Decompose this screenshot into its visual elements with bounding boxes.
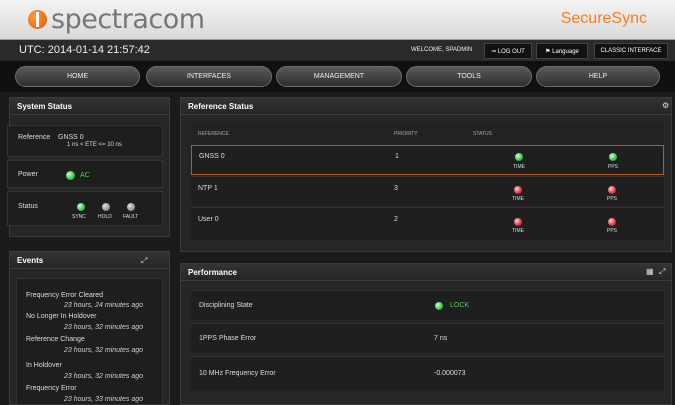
utc-clock: UTC: 2014-01-14 21:57:42	[19, 44, 150, 56]
time-led-icon	[514, 218, 522, 226]
time-led-icon	[514, 186, 522, 194]
perf-label: 1PPS Phase Error	[199, 335, 257, 342]
reference-name: GNSS 0	[199, 153, 225, 160]
logo: spectracom	[28, 4, 205, 35]
time-label: TIME	[512, 196, 524, 202]
hold-led-icon	[102, 203, 110, 211]
reference-table-header	[191, 123, 664, 143]
reference-accuracy: 1 ns < ETE <= 10 ns	[67, 142, 122, 148]
pps-label: PPS	[607, 196, 618, 202]
column-priority: PRIORITY	[394, 131, 418, 137]
reference-row-gnss[interactable]: GNSS 0 1 TIME PPS	[191, 145, 664, 175]
sync-led-icon	[77, 203, 85, 211]
fault-led-icon	[127, 203, 135, 211]
system-status-title: System Status	[10, 98, 169, 115]
logout-button[interactable]: ⇒ LOG OUT	[484, 43, 532, 59]
sync-label: SYNC	[72, 214, 86, 220]
performance-title: Performance	[181, 264, 671, 281]
event-title: Frequency Error Cleared	[26, 292, 104, 299]
chart-icon[interactable]: ▦	[646, 267, 654, 276]
nav-interfaces[interactable]: INTERFACES	[146, 66, 272, 87]
time-label: TIME	[512, 228, 524, 234]
perf-value: 7 ns	[434, 335, 448, 342]
perf-row-phase-error: 1PPS Phase Error 7 ns	[191, 323, 664, 353]
pps-label: PPS	[608, 164, 619, 170]
perf-value: LOCK	[450, 302, 470, 309]
perf-row-frequency-error: 10 MHz Frequency Error -0.000073	[191, 356, 664, 390]
fault-label: FAULT	[123, 214, 139, 220]
reference-row: Reference GNSS 0 1 ns < ETE <= 10 ns	[7, 125, 163, 157]
pps-led-icon	[609, 153, 617, 161]
status-label: Status	[18, 203, 38, 210]
nav-tools[interactable]: TOOLS	[406, 66, 532, 87]
pps-label: PPS	[607, 228, 618, 234]
event-title: In Holdover	[26, 362, 62, 369]
reference-value: GNSS 0	[58, 134, 84, 141]
power-led-icon	[66, 171, 75, 180]
nav-help[interactable]: HELP	[536, 66, 660, 87]
power-row: Power AC	[7, 160, 163, 188]
expand-performance-icon[interactable]: ⤢	[659, 267, 665, 277]
power-value: AC	[80, 172, 90, 179]
main-nav: HOME INTERFACES MANAGEMENT TOOLS HELP	[0, 62, 675, 92]
perf-label: 10 MHz Frequency Error	[199, 370, 276, 377]
product-name: SecureSync	[560, 10, 647, 27]
reference-status-title: Reference Status	[181, 98, 671, 115]
expand-events-icon[interactable]: ⤢	[141, 256, 147, 266]
reference-priority: 1	[395, 153, 399, 160]
logo-mark-icon	[28, 10, 47, 29]
time-led-icon	[515, 153, 523, 161]
reference-name: NTP 1	[198, 185, 218, 192]
hold-label: HOLD	[98, 214, 112, 220]
reference-name: User 0	[198, 216, 219, 223]
perf-row-disciplining: Disciplining State LOCK	[191, 290, 664, 320]
language-button[interactable]: ⚑ Language	[536, 43, 588, 59]
event-title: No Longer In Holdover	[26, 313, 97, 320]
classic-interface-button[interactable]: CLASSIC INTERFACE	[594, 43, 668, 59]
event-title: Reference Change	[26, 336, 85, 343]
reference-priority: 3	[394, 185, 398, 192]
reference-row-user[interactable]: User 0 2 TIME PPS	[191, 207, 664, 240]
column-status: STATUS	[473, 131, 492, 137]
event-title: Frequency Error	[26, 385, 77, 392]
pps-led-icon	[608, 218, 616, 226]
nav-home[interactable]: HOME	[15, 66, 140, 87]
perf-label: Disciplining State	[199, 302, 253, 309]
logo-text: spectracom	[51, 4, 205, 35]
info-bar: UTC: 2014-01-14 21:57:42 WELCOME, SPADMI…	[0, 40, 675, 62]
nav-management[interactable]: MANAGEMENT	[276, 66, 402, 87]
reference-priority: 2	[394, 216, 398, 223]
welcome-text: WELCOME, SPADMIN	[411, 47, 473, 53]
time-label: TIME	[513, 164, 525, 170]
status-row: Status SYNC HOLD FAULT	[7, 191, 163, 226]
lock-led-icon	[435, 302, 443, 310]
power-label: Power	[18, 171, 38, 178]
perf-value: -0.000073	[434, 370, 466, 377]
column-reference: REFERENCE	[198, 131, 229, 137]
top-header: spectracom SecureSync	[0, 0, 675, 40]
settings-gear-icon[interactable]: ⚙	[662, 101, 669, 110]
reference-row-ntp[interactable]: NTP 1 3 TIME PPS	[191, 176, 664, 206]
pps-led-icon	[608, 186, 616, 194]
reference-label: Reference	[18, 134, 51, 141]
